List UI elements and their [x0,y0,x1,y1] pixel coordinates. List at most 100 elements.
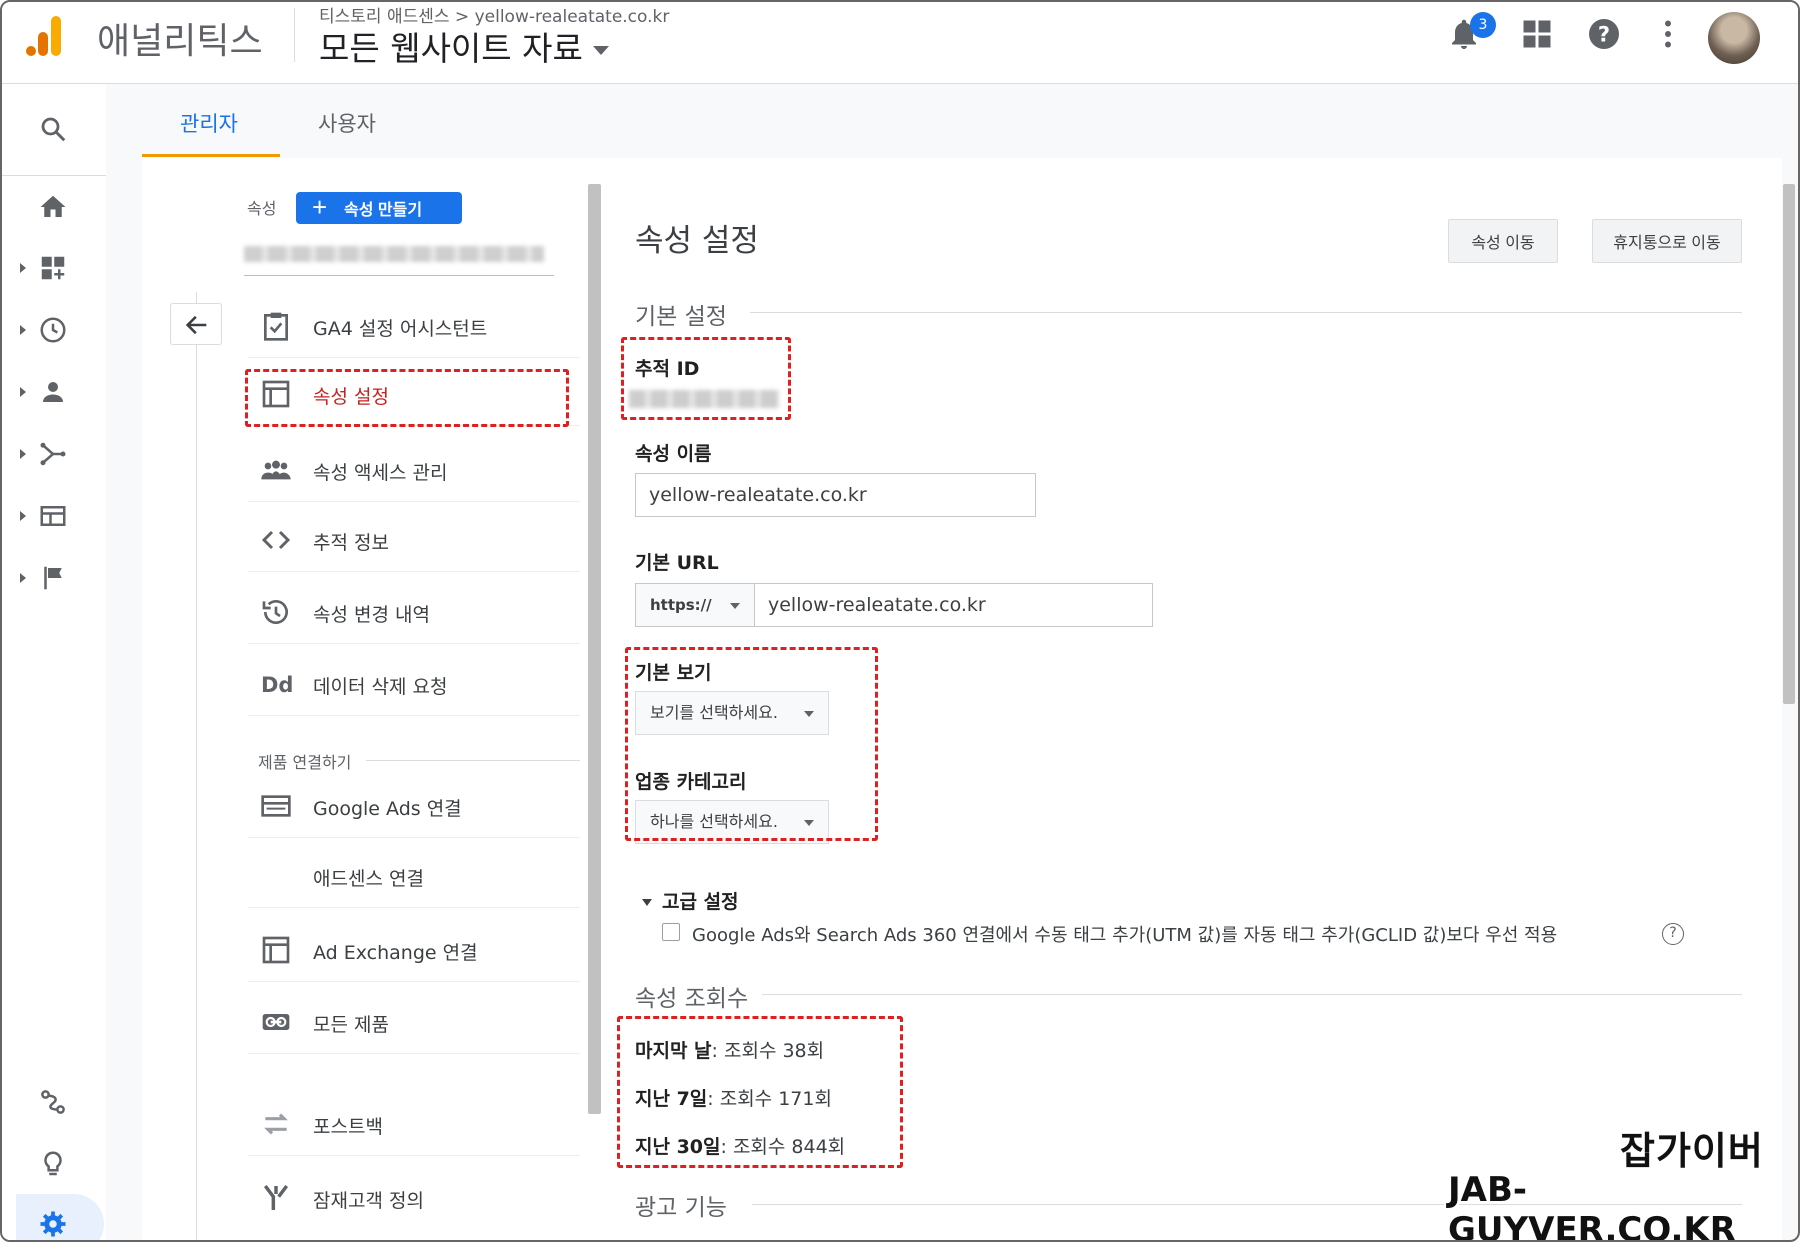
stat-label: 마지막 날 [635,1040,712,1062]
nav-label: 속성 설정 [313,386,389,408]
nav-label: 추적 정보 [313,532,389,554]
more-vert-icon[interactable] [1650,16,1686,52]
property-column-label: 속성 [247,199,277,218]
help-circle-icon[interactable]: ? [1662,923,1684,945]
nav-label: 속성 액세스 관리 [313,462,448,484]
expand-arrow-icon[interactable] [20,449,26,459]
tab-user[interactable]: 사용자 [318,108,376,138]
property-views-heading: 속성 조회수 [635,986,749,1012]
stat-value: : 조회수 38회 [711,1040,825,1062]
top-header: 애널리틱스 티스토리 애드센스 > yellow-realeatate.co.k… [2,2,1798,84]
section-divider [762,994,1742,995]
stat-label: 지난 30일 [635,1136,721,1158]
clock-icon[interactable] [38,315,68,345]
nav-scrollbar[interactable] [588,184,601,1114]
section-divider [366,760,580,761]
protocol-value: https:// [650,596,712,614]
search-icon[interactable] [38,114,68,144]
ads-icon [261,795,291,817]
nav-property-settings[interactable]: 속성 설정 [248,362,580,426]
stat-last-30-days: 지난 30일: 조회수 844회 [635,1132,845,1159]
nav-data-deletion[interactable]: Dd 데이터 삭제 요청 [248,652,580,716]
industry-category-select[interactable]: 하나를 선택하세요. [635,800,829,844]
tracking-id-label: 추적 ID [635,358,700,380]
home-icon[interactable] [38,192,68,222]
nav-ga4-assistant[interactable]: GA4 설정 어시스턴트 [248,294,580,358]
layout-icon [262,936,290,964]
connect-icon[interactable] [38,1087,68,1117]
chevron-down-icon [592,46,609,55]
lightbulb-icon[interactable] [38,1149,68,1179]
protocol-select[interactable]: https:// [635,583,755,627]
dd-icon: Dd [261,673,292,697]
default-view-select[interactable]: 보기를 선택하세요. [635,691,829,735]
stat-value: : 조회수 171회 [707,1088,832,1110]
expand-arrow-icon[interactable] [20,387,26,397]
analytics-logo-icon[interactable] [24,14,68,58]
advanced-settings-toggle[interactable]: 고급 설정 [642,887,739,914]
advanced-settings-label: 고급 설정 [662,891,739,913]
nav-change-history[interactable]: 속성 변경 내역 [248,580,580,644]
column-divider [196,292,197,1240]
ad-features-heading: 광고 기능 [635,1195,727,1221]
avatar[interactable] [1708,12,1760,64]
back-button[interactable] [170,303,222,345]
nav-google-ads-link[interactable]: Google Ads 연결 [248,774,580,838]
nav-tracking-info[interactable]: 추적 정보 [248,508,580,572]
watermark-url: JAB-GUYVER.CO.KR [1448,1170,1736,1242]
nav-all-products[interactable]: 모든 제품 [248,990,580,1054]
expand-arrow-icon[interactable] [20,573,26,583]
nav-label: Google Ads 연결 [313,798,462,820]
property-name-input[interactable]: yellow-realeatate.co.kr [635,473,1036,517]
dropdown-arrow-icon [804,711,814,717]
default-url-input[interactable]: yellow-realeatate.co.kr [754,583,1153,627]
history-icon [262,600,288,624]
dropdown-arrow-icon [730,603,740,609]
redacted-property [244,246,544,262]
dropdown-arrow-icon [804,820,814,826]
property-selector[interactable] [244,242,554,276]
fork-icon [263,1184,289,1210]
stat-value: : 조회수 844회 [720,1136,846,1158]
nav-label: 모든 제품 [313,1014,389,1036]
svg-text:?: ? [1598,23,1610,47]
swap-icon [264,1113,288,1135]
nav-access-management[interactable]: 속성 액세스 관리 [248,438,580,502]
behavior-icon[interactable] [38,501,68,531]
help-icon[interactable]: ? [1586,16,1622,52]
admin-tabs: 관리자 사용자 [142,84,1798,158]
account-title: 모든 웹사이트 자료 [319,29,583,68]
create-property-button[interactable]: + 속성 만들기 [296,192,462,224]
account-picker[interactable]: 모든 웹사이트 자료 [319,22,609,70]
move-to-trash-button[interactable]: 휴지통으로 이동 [1592,219,1742,263]
person-icon[interactable] [38,377,68,407]
clipboard-check-icon [264,312,288,341]
expand-arrow-icon[interactable] [20,511,26,521]
page-title: 속성 설정 [635,223,759,259]
app-window: 애널리틱스 티스토리 애드센스 > yellow-realeatate.co.k… [0,0,1800,1242]
move-property-button[interactable]: 속성 이동 [1448,219,1558,263]
nav-label: Ad Exchange 연결 [313,942,478,964]
apps-grid-icon[interactable] [1519,16,1555,52]
people-icon [261,460,291,480]
nav-label: 애드센스 연결 [313,868,424,890]
gear-icon[interactable] [38,1209,68,1239]
stat-label: 지난 7일 [635,1088,708,1110]
arrow-back-icon [185,315,207,335]
settings-scrollbar[interactable] [1783,184,1795,704]
nav-ad-exchange-link[interactable]: Ad Exchange 연결 [248,918,580,982]
nav-audience-definition[interactable]: 잠재고객 정의 [248,1166,580,1230]
expand-arrow-icon[interactable] [20,325,26,335]
dashboard-icon[interactable] [38,253,68,283]
notification-badge: 3 [1470,12,1496,38]
expand-arrow-icon[interactable] [20,263,26,273]
plus-icon: + [312,192,328,222]
flag-icon[interactable] [38,563,68,593]
nav-postback[interactable]: 포스트백 [248,1092,580,1156]
section-divider [750,312,1742,313]
tab-admin[interactable]: 관리자 [180,108,238,138]
manual-tagging-checkbox[interactable] [662,923,680,941]
industry-category-label: 업종 카테고리 [635,771,747,793]
nav-adsense-link[interactable]: 애드센스 연결 [248,844,580,908]
acquisition-icon[interactable] [38,439,68,469]
